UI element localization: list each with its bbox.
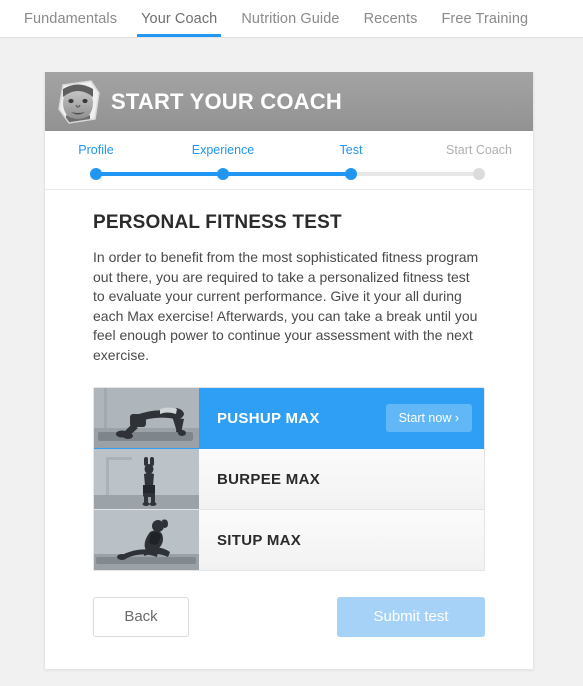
exercise-name: SITUP MAX [217, 531, 302, 549]
card-body: PERSONAL FITNESS TEST In order to benefi… [45, 190, 533, 571]
progress-stepper: Profile Experience Test Start Coach [45, 131, 533, 190]
tab-label: Recents [363, 10, 418, 27]
tab-recents[interactable]: Recents [352, 0, 430, 37]
back-button[interactable]: Back [93, 597, 189, 637]
tab-label: Free Training [441, 10, 529, 27]
exercise-thumbnail-pushup [94, 388, 199, 448]
step-label-profile: Profile [78, 143, 114, 157]
submit-test-button[interactable]: Submit test [337, 597, 485, 637]
exercise-main: BURPEE MAX [199, 449, 484, 509]
exercise-row[interactable]: PUSHUP MAX Start now › [94, 388, 484, 449]
exercise-list: PUSHUP MAX Start now › BURPEE MAX SITUP … [93, 387, 485, 571]
step-dot-experience[interactable] [217, 168, 229, 180]
exercise-thumbnail-burpee [94, 449, 199, 509]
section-title: PERSONAL FITNESS TEST [93, 212, 342, 233]
step-label-experience: Experience [191, 143, 255, 157]
tab-label: Nutrition Guide [241, 10, 340, 27]
card-header: START YOUR COACH [45, 72, 533, 131]
tab-free-training[interactable]: Free Training [429, 0, 540, 37]
page-title: START YOUR COACH [111, 88, 342, 114]
tab-your-coach[interactable]: Your Coach [129, 0, 229, 37]
start-now-button[interactable]: Start now › [385, 404, 472, 432]
coach-wizard-card: START YOUR COACH Profile Experience Test… [44, 72, 534, 670]
avatar [57, 79, 101, 125]
step-label-start-coach: Start Coach [445, 143, 513, 157]
step-dot-start-coach[interactable] [473, 168, 485, 180]
step-dot-test[interactable] [345, 168, 357, 180]
card-footer: Back Submit test [45, 571, 533, 669]
exercise-main: SITUP MAX [199, 510, 484, 570]
tab-label: Fundamentals [24, 10, 118, 27]
step-dot-profile[interactable] [90, 168, 102, 180]
tab-fundamentals[interactable]: Fundamentals [12, 0, 129, 37]
exercise-name: PUSHUP MAX [217, 409, 320, 427]
exercise-main: PUSHUP MAX Start now › [199, 388, 484, 448]
section-description: In order to benefit from the most sophis… [93, 249, 479, 363]
exercise-name: BURPEE MAX [217, 470, 321, 488]
step-label-test: Test [339, 143, 363, 157]
exercise-row[interactable]: BURPEE MAX [94, 449, 484, 510]
exercise-thumbnail-situp [94, 510, 199, 570]
tab-label: Your Coach [141, 10, 218, 27]
stepper-labels: Profile Experience Test Start Coach [45, 143, 533, 159]
tab-nutrition-guide[interactable]: Nutrition Guide [229, 0, 351, 37]
exercise-row[interactable]: SITUP MAX [94, 510, 484, 570]
top-navigation: Fundamentals Your Coach Nutrition Guide … [0, 0, 583, 38]
